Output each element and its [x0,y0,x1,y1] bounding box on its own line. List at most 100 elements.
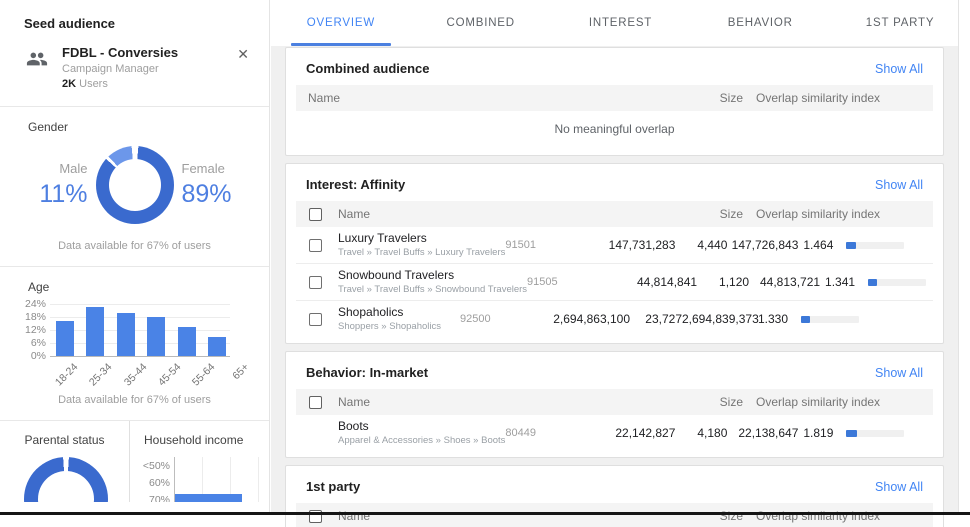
column-name: Name [336,207,653,221]
column-size: Size [653,207,743,221]
age-x-label: 25-34 [87,361,114,388]
table-header: Name Size Overlap similarity index [296,85,933,111]
household-income-chart: <50%60%70% [130,453,269,502]
show-all-link[interactable]: Show All [875,178,923,192]
row-audience-size: 22,142,827 [560,426,675,440]
card-header: Combined audience Show All [286,48,943,85]
female-percent: 89% [182,180,246,209]
gender-female-stats: Female 89% [174,161,246,209]
show-all-link[interactable]: Show All [875,366,923,380]
parental-status-section: Parental status [0,421,129,502]
age-bar [56,321,74,356]
row-id: 80449 [505,427,560,439]
card-header: 1st party Show All [286,466,943,503]
row-name-cell: Snowbound Travelers Travel » Travel Buff… [336,264,527,300]
row-name: Boots [338,419,505,433]
age-bar-chart: 24%18%12%6%0% [0,300,269,356]
audience-insights-app: Seed audience FDBL - Conversies Campaign… [0,0,970,527]
card-title: 1st party [306,479,360,494]
tab-overview[interactable]: OVERVIEW [271,0,411,46]
gender-chart: Male 11% Female 89% [0,140,269,228]
row-size: 2,694,839,373 [682,312,753,326]
gender-label: Gender [0,107,269,140]
row-name-cell: Luxury Travelers Travel » Travel Buffs »… [336,227,505,263]
people-icon [26,48,48,70]
table-row: Snowbound Travelers Travel » Travel Buff… [296,263,933,300]
age-x-label: 45-54 [156,361,183,388]
seed-audience-source: Campaign Manager [62,63,231,75]
age-x-axis: 18-2425-3435-4445-5455-6465+ [56,358,245,392]
row-overlap-bar-cell [833,430,970,437]
tab-bar: OVERVIEW COMBINED INTEREST BEHAVIOR 1ST … [271,0,970,46]
row-overlap-users: 23,727 [630,312,682,326]
card-table: Name Size Overlap similarity index [296,503,933,527]
close-icon[interactable]: ✕ [231,45,255,63]
card-header: Interest: Affinity Show All [286,164,943,201]
overlap-bar-track [846,430,904,437]
card-title: Interest: Affinity [306,177,405,192]
seed-audience-meta: FDBL - Conversies Campaign Manager 2K Us… [62,45,231,90]
income-bar [175,494,242,503]
row-audience-size: 2,694,863,100 [515,312,630,326]
row-size: 22,138,647 [727,426,798,440]
row-name: Snowbound Travelers [338,268,527,282]
card-table: Name Size Overlap similarity index No me… [296,85,933,149]
household-income-label: Household income [130,421,269,453]
table-row: Luxury Travelers Travel » Travel Buffs »… [296,227,933,263]
users-count: 2K [62,78,76,90]
sidebar: Seed audience FDBL - Conversies Campaign… [0,0,270,513]
select-all-checkbox[interactable] [309,208,322,221]
bottom-divider-bar [0,512,970,515]
age-bar [86,307,104,356]
age-plot-area [50,304,236,356]
overlap-bar-track [846,242,904,249]
overlap-bar-track [868,279,926,286]
row-checkbox[interactable] [309,313,322,326]
show-all-link[interactable]: Show All [875,480,923,494]
scrollbar-track[interactable] [958,0,970,513]
table-header: Name Size Overlap similarity index [296,389,933,415]
column-name: Name [336,395,653,409]
row-id: 91505 [527,276,582,288]
female-label: Female [182,161,246,176]
row-overlap-index: 1.330 [753,312,788,326]
tab-1st-party[interactable]: 1ST PARTY [830,0,970,46]
donut-hole [38,471,94,502]
show-all-link[interactable]: Show All [875,62,923,76]
row-audience-size: 44,814,841 [582,275,697,289]
age-x-label: 35-44 [121,361,148,388]
row-overlap-index: 1.341 [820,275,855,289]
row-overlap-bar-cell [833,242,970,249]
row-id: 91501 [505,239,560,251]
row-category-path: Travel » Travel Buffs » Snowbound Travel… [338,284,527,295]
household-income-section: Household income <50%60%70% [129,421,269,502]
income-tick-label: 70% [140,494,174,503]
column-overlap-similarity-index: Overlap similarity index [743,207,933,221]
tab-interest[interactable]: INTEREST [551,0,691,46]
select-all-checkbox[interactable] [309,396,322,409]
overlap-bar-fill [846,430,857,437]
card-header: Behavior: In-market Show All [286,352,943,389]
gender-male-stats: Male 11% [24,161,96,209]
overlap-bar-fill [801,316,810,323]
row-overlap-bar-cell [855,279,970,286]
male-percent: 11% [24,180,88,209]
row-checkbox[interactable] [309,276,322,289]
tab-combined[interactable]: COMBINED [411,0,551,46]
overlap-bar-fill [846,242,856,249]
row-audience-size: 147,731,283 [560,238,675,252]
column-name: Name [296,91,653,105]
card-table: Name Size Overlap similarity index Luxur… [296,201,933,337]
age-data-note: Data available for 67% of users [0,392,269,420]
row-name-cell: Shopaholics Shoppers » Shopaholics [336,301,460,337]
seed-audience-item: FDBL - Conversies Campaign Manager 2K Us… [0,41,269,106]
tab-behavior[interactable]: BEHAVIOR [690,0,830,46]
row-checkbox[interactable] [309,239,322,252]
demographics-bottom-section: Parental status Household income <50%60%… [0,420,269,502]
column-overlap-similarity-index: Overlap similarity index [743,395,933,409]
main-panel: OVERVIEW COMBINED INTEREST BEHAVIOR 1ST … [271,0,970,513]
row-id: 92500 [460,313,515,325]
age-bar [117,313,135,356]
row-size: 147,726,843 [727,238,798,252]
age-label: Age [0,267,269,300]
